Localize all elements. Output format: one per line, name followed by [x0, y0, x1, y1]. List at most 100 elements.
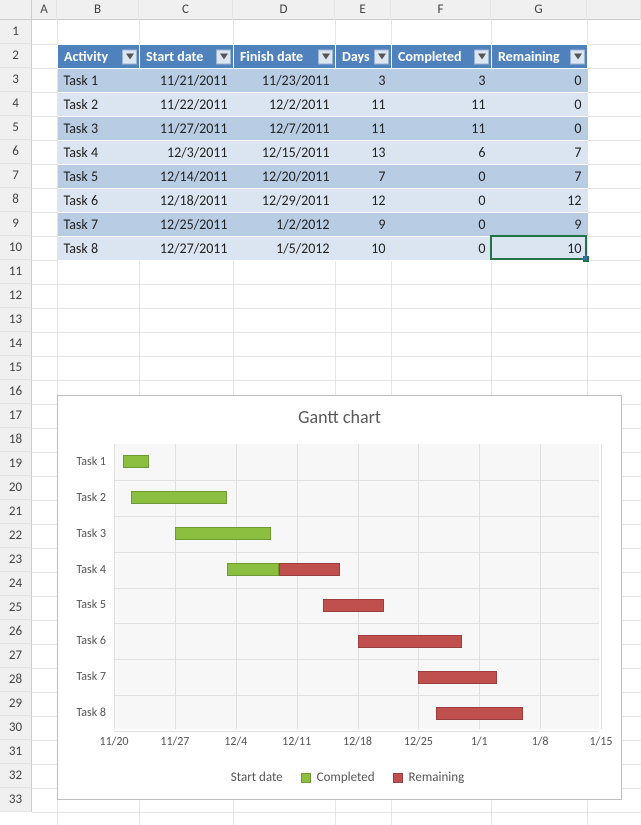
cell-finish[interactable]: 12/15/2011: [234, 141, 336, 165]
cell-finish[interactable]: 12/20/2011: [234, 165, 336, 189]
cell-completed[interactable]: 11: [392, 93, 492, 117]
col-header-G[interactable]: G: [491, 0, 587, 20]
table-row[interactable]: Task 612/18/201112/29/201112012: [58, 189, 588, 213]
cell-remaining[interactable]: 0: [492, 117, 588, 141]
cell-days[interactable]: 13: [336, 141, 392, 165]
col-header-C[interactable]: C: [139, 0, 233, 20]
cell-finish[interactable]: 1/5/2012: [234, 237, 336, 261]
cell-start[interactable]: 12/14/2011: [140, 165, 234, 189]
cell-activity[interactable]: Task 5: [58, 165, 140, 189]
cell-remaining[interactable]: 9: [492, 213, 588, 237]
row-header[interactable]: 17: [0, 404, 32, 428]
cell-completed[interactable]: 0: [392, 237, 492, 261]
row-header[interactable]: 22: [0, 524, 32, 548]
filter-dropdown-icon[interactable]: [122, 49, 137, 64]
cell-finish[interactable]: 12/7/2011: [234, 117, 336, 141]
row-header[interactable]: 15: [0, 356, 32, 380]
col-header-B[interactable]: B: [57, 0, 139, 20]
col-header-E[interactable]: E: [335, 0, 391, 20]
row-header[interactable]: 10: [0, 236, 32, 260]
cell-finish[interactable]: 1/2/2012: [234, 213, 336, 237]
row-header[interactable]: 16: [0, 380, 32, 404]
row-header[interactable]: 6: [0, 140, 32, 164]
row-header[interactable]: 7: [0, 164, 32, 188]
cell-completed[interactable]: 11: [392, 117, 492, 141]
table-row[interactable]: Task 111/21/201111/23/2011330: [58, 69, 588, 93]
cell-finish[interactable]: 12/2/2011: [234, 93, 336, 117]
col-header-D[interactable]: D: [233, 0, 335, 20]
cell-remaining[interactable]: 0: [492, 93, 588, 117]
row-header[interactable]: 19: [0, 452, 32, 476]
row-header[interactable]: 3: [0, 68, 32, 92]
row-header[interactable]: 8: [0, 188, 32, 212]
cell-days[interactable]: 11: [336, 93, 392, 117]
col-header-A[interactable]: A: [32, 0, 57, 20]
cell-finish[interactable]: 11/23/2011: [234, 69, 336, 93]
table-row[interactable]: Task 812/27/20111/5/201210010: [58, 237, 588, 261]
cell-activity[interactable]: Task 6: [58, 189, 140, 213]
row-header[interactable]: 5: [0, 116, 32, 140]
filter-dropdown-icon[interactable]: [570, 49, 585, 64]
table-row[interactable]: Task 512/14/201112/20/2011707: [58, 165, 588, 189]
table-row[interactable]: Task 211/22/201112/2/201111110: [58, 93, 588, 117]
cell-days[interactable]: 11: [336, 117, 392, 141]
row-header[interactable]: 30: [0, 716, 32, 740]
cell-completed[interactable]: 0: [392, 213, 492, 237]
row-header[interactable]: 1: [0, 20, 32, 44]
row-header[interactable]: 13: [0, 308, 32, 332]
cell-remaining[interactable]: 10: [492, 237, 588, 261]
cell-activity[interactable]: Task 3: [58, 117, 140, 141]
col-header-F[interactable]: F: [391, 0, 491, 20]
cell-finish[interactable]: 12/29/2011: [234, 189, 336, 213]
cell-completed[interactable]: 6: [392, 141, 492, 165]
cell-start[interactable]: 11/27/2011: [140, 117, 234, 141]
filter-dropdown-icon[interactable]: [318, 49, 333, 64]
select-all-corner[interactable]: [0, 0, 32, 20]
row-header[interactable]: 11: [0, 260, 32, 284]
cell-activity[interactable]: Task 4: [58, 141, 140, 165]
row-header[interactable]: 33: [0, 788, 32, 812]
cell-days[interactable]: 12: [336, 189, 392, 213]
cell-start[interactable]: 11/22/2011: [140, 93, 234, 117]
row-header[interactable]: 26: [0, 620, 32, 644]
cell-start[interactable]: 12/18/2011: [140, 189, 234, 213]
cell-activity[interactable]: Task 1: [58, 69, 140, 93]
col-header-completed[interactable]: Completed: [392, 45, 492, 69]
cell-completed[interactable]: 3: [392, 69, 492, 93]
row-header[interactable]: 24: [0, 572, 32, 596]
table-row[interactable]: Task 311/27/201112/7/201111110: [58, 117, 588, 141]
cell-activity[interactable]: Task 8: [58, 237, 140, 261]
row-header[interactable]: 25: [0, 596, 32, 620]
cell-activity[interactable]: Task 7: [58, 213, 140, 237]
gantt-chart[interactable]: Gantt chart Task 1Task 2Task 3Task 4Task…: [57, 395, 622, 800]
table-row[interactable]: Task 712/25/20111/2/2012909: [58, 213, 588, 237]
row-header[interactable]: 18: [0, 428, 32, 452]
cell-remaining[interactable]: 7: [492, 165, 588, 189]
row-header[interactable]: 9: [0, 212, 32, 236]
cell-completed[interactable]: 0: [392, 165, 492, 189]
table-row[interactable]: Task 412/3/201112/15/20111367: [58, 141, 588, 165]
cell-days[interactable]: 9: [336, 213, 392, 237]
cell-activity[interactable]: Task 2: [58, 93, 140, 117]
col-header-activity[interactable]: Activity: [58, 45, 140, 69]
cell-start[interactable]: 12/27/2011: [140, 237, 234, 261]
row-header[interactable]: 14: [0, 332, 32, 356]
row-header[interactable]: 31: [0, 740, 32, 764]
cell-completed[interactable]: 0: [392, 189, 492, 213]
col-header-rest[interactable]: [587, 0, 641, 20]
row-header[interactable]: 28: [0, 668, 32, 692]
row-header[interactable]: 21: [0, 500, 32, 524]
col-header-remaining[interactable]: Remaining: [492, 45, 588, 69]
filter-dropdown-icon[interactable]: [374, 49, 389, 64]
row-header[interactable]: 32: [0, 764, 32, 788]
col-header-finish[interactable]: Finish date: [234, 45, 336, 69]
cell-days[interactable]: 3: [336, 69, 392, 93]
cell-start[interactable]: 12/25/2011: [140, 213, 234, 237]
cell-start[interactable]: 12/3/2011: [140, 141, 234, 165]
filter-dropdown-icon[interactable]: [216, 49, 231, 64]
filter-dropdown-icon[interactable]: [474, 49, 489, 64]
row-header[interactable]: 27: [0, 644, 32, 668]
row-header[interactable]: 4: [0, 92, 32, 116]
row-header[interactable]: 12: [0, 284, 32, 308]
row-header[interactable]: 29: [0, 692, 32, 716]
